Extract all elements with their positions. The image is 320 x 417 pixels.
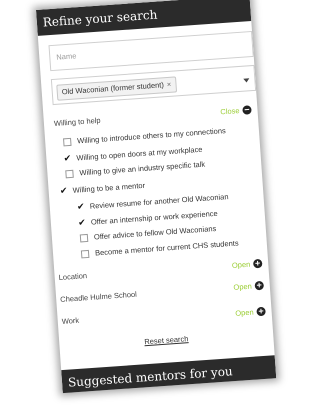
sub-option-chs-mentor[interactable]: Become a mentor for current CHS students xyxy=(80,238,239,258)
checkbox[interactable] xyxy=(65,169,74,178)
suggested-mentors-title: Suggested mentors for you xyxy=(67,364,234,390)
willing-section-title: Willing to help xyxy=(53,115,101,129)
plus-circle-icon: + xyxy=(256,305,266,317)
location-title: Location xyxy=(58,271,88,283)
willing-close-toggle[interactable]: Close − xyxy=(220,104,252,117)
option-label: Offer advice to fellow Old Waconians xyxy=(93,223,217,242)
checkbox[interactable] xyxy=(79,233,89,242)
willing-toggle-label: Close xyxy=(220,106,240,117)
checkmark-icon[interactable]: ✔ xyxy=(77,217,88,229)
option-be-mentor[interactable]: ✔ Willing to be a mentor xyxy=(58,180,146,197)
suggested-mentors-bar[interactable]: Suggested mentors for you xyxy=(61,355,277,394)
toggle-label: Open xyxy=(234,307,254,318)
school-title: Cheadle Hulme School xyxy=(59,289,138,305)
toggle-label: Open xyxy=(231,259,251,270)
checkbox[interactable] xyxy=(80,249,90,258)
plus-circle-icon: + xyxy=(254,279,265,291)
panel-title: Refine your search xyxy=(42,7,158,30)
checkbox[interactable] xyxy=(62,137,72,146)
option-label: Willing to be a mentor xyxy=(72,180,146,195)
option-label: Become a mentor for current CHS students xyxy=(94,238,239,258)
checkmark-icon[interactable]: ✔ xyxy=(75,201,86,213)
option-label: Willing to introduce others to my connec… xyxy=(76,126,227,146)
selected-tag-label: Old Waconian (former student) xyxy=(61,80,165,97)
chevron-down-icon[interactable] xyxy=(243,78,250,83)
option-label: Willing to give an industry specific tal… xyxy=(79,159,206,178)
option-label: Offer an internship or work experience xyxy=(90,208,218,227)
reset-search-link[interactable]: Reset search xyxy=(59,328,273,352)
plus-circle-icon: + xyxy=(252,257,263,269)
school-open-toggle[interactable]: Open + xyxy=(233,279,265,292)
work-open-toggle[interactable]: Open + xyxy=(234,305,266,318)
work-title: Work xyxy=(61,315,80,326)
checkmark-icon[interactable]: ✔ xyxy=(58,185,69,197)
option-label: Willing to open doors at my workplace xyxy=(76,144,203,163)
relationship-select[interactable]: Old Waconian (former student) × xyxy=(50,64,257,106)
name-search-input[interactable] xyxy=(48,30,254,72)
toggle-label: Open xyxy=(233,281,253,292)
minus-circle-icon: − xyxy=(242,104,252,115)
refine-search-panel: Refine your search Old Waconian (former … xyxy=(36,0,277,394)
selected-tag: Old Waconian (former student) × xyxy=(56,76,177,101)
tag-remove-icon[interactable]: × xyxy=(166,80,171,89)
panel-header: Refine your search xyxy=(36,0,252,36)
checkmark-icon[interactable]: ✔ xyxy=(62,153,73,165)
location-open-toggle[interactable]: Open + xyxy=(231,257,263,270)
